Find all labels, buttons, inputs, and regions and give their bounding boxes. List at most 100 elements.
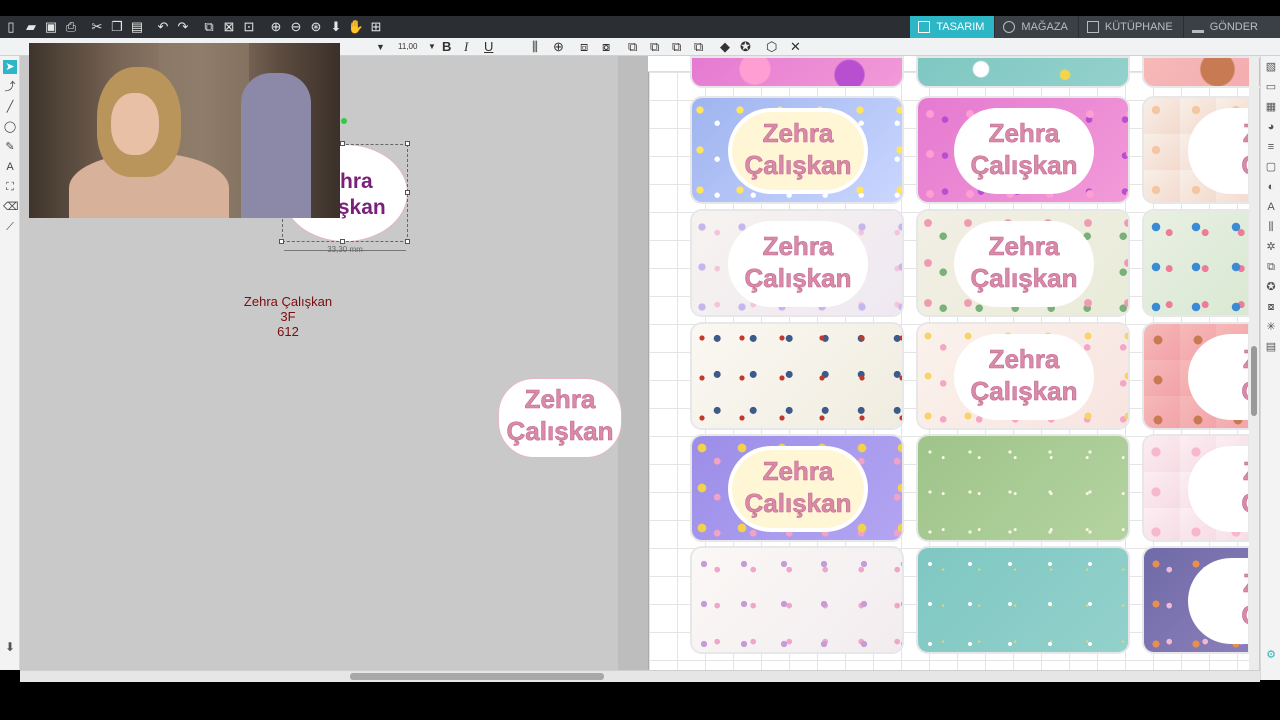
- fill-panel-icon[interactable]: ▢: [1264, 160, 1278, 174]
- star-shape-icon[interactable]: ✪: [740, 39, 751, 55]
- weld-icon[interactable]: ⧈: [580, 39, 588, 55]
- horizontal-scroll-thumb[interactable]: [350, 673, 604, 680]
- font-size-field[interactable]: 11,00: [398, 40, 428, 53]
- resize-handle[interactable]: [405, 190, 410, 195]
- vertical-scrollbar[interactable]: [1249, 56, 1259, 670]
- transparency-icon[interactable]: ◐: [1264, 180, 1278, 194]
- move-down-icon[interactable]: ⬇: [327, 18, 345, 36]
- add-page-icon[interactable]: ⊞: [367, 18, 385, 36]
- redo-icon[interactable]: ↷: [174, 18, 192, 36]
- font-size-dropdown-icon[interactable]: ▼: [428, 39, 436, 55]
- save-icon[interactable]: ▣: [42, 18, 60, 36]
- label-tile-partial[interactable]: [916, 56, 1130, 88]
- align-icon[interactable]: ⫼: [532, 39, 538, 55]
- horizontal-scrollbar[interactable]: [20, 670, 1260, 682]
- effects-icon[interactable]: ✳: [1264, 320, 1278, 334]
- pan-hand-icon[interactable]: ✋: [347, 18, 365, 36]
- bold-button[interactable]: B: [442, 39, 451, 55]
- 3d-box-icon[interactable]: ⬡: [766, 39, 777, 55]
- new-file-icon[interactable]: ▯: [2, 18, 20, 36]
- tab-store[interactable]: MAĞAZA: [995, 16, 1078, 38]
- select-all-icon[interactable]: ⊡: [240, 18, 258, 36]
- pencil-tool-icon[interactable]: ✎: [3, 140, 17, 154]
- center-icon[interactable]: ⊕: [553, 39, 564, 55]
- label-tile[interactable]: Zehra Çalışkan: [916, 96, 1130, 204]
- label-tile[interactable]: [690, 546, 904, 654]
- select-arrow-icon[interactable]: ➤: [3, 60, 17, 74]
- favorites-icon[interactable]: ✪: [1264, 280, 1278, 294]
- sticker-line2: Çalışkan: [506, 416, 614, 447]
- layers-icon[interactable]: ▤: [1264, 340, 1278, 354]
- fill-icon[interactable]: ◆: [720, 39, 730, 55]
- eraser-icon[interactable]: ⌫: [3, 200, 19, 214]
- fill-bucket-icon[interactable]: ⛶: [3, 180, 17, 194]
- resize-handle[interactable]: [340, 141, 345, 146]
- line-style-icon[interactable]: ≡: [1264, 140, 1278, 154]
- zoom-out-icon[interactable]: ⊖: [287, 18, 305, 36]
- layer-icon[interactable]: ⧉: [694, 39, 703, 55]
- arrange-front-icon[interactable]: ⧉: [650, 39, 659, 55]
- transform-icon[interactable]: ✲: [1264, 240, 1278, 254]
- tab-design[interactable]: TASARIM: [910, 16, 995, 38]
- text-object[interactable]: Zehra Çalışkan 3F 612: [170, 294, 406, 339]
- ungroup-icon[interactable]: ⊠: [220, 18, 238, 36]
- undo-icon[interactable]: ↶: [154, 18, 172, 36]
- resize-handle[interactable]: [279, 239, 284, 244]
- label-tile-partial[interactable]: [1142, 56, 1260, 88]
- label-tile[interactable]: [690, 322, 904, 430]
- copy-icon[interactable]: ❐: [108, 18, 126, 36]
- offset-icon[interactable]: ⧇: [602, 39, 610, 55]
- text-style-icon[interactable]: A: [1264, 200, 1278, 214]
- resize-handle[interactable]: [340, 239, 345, 244]
- cut-icon[interactable]: ✂: [88, 18, 106, 36]
- modify-icon[interactable]: ⧉: [1264, 260, 1278, 274]
- replicate-icon[interactable]: ⧉: [628, 39, 637, 55]
- vertical-scroll-thumb[interactable]: [1251, 346, 1257, 416]
- zoom-in-icon[interactable]: ⊕: [267, 18, 285, 36]
- print-cut-icon[interactable]: ▦: [1264, 100, 1278, 114]
- label-tile[interactable]: ZeÇa: [1142, 96, 1250, 204]
- label-tile[interactable]: Zehra Çalışkan: [916, 322, 1130, 430]
- tab-send[interactable]: GÖNDER: [1183, 16, 1280, 38]
- align-panel-icon[interactable]: ⫼: [1264, 220, 1278, 234]
- color-palette-icon[interactable]: ◕: [1264, 120, 1278, 134]
- paste-icon[interactable]: ▤: [128, 18, 146, 36]
- ellipse-tool-icon[interactable]: ◯: [3, 120, 17, 134]
- label-tile[interactable]: Zehra Çalışkan: [916, 209, 1130, 317]
- trace-icon[interactable]: ⧇: [1264, 300, 1278, 314]
- resize-handle[interactable]: [405, 239, 410, 244]
- name-sticker[interactable]: Zehra Çalışkan: [498, 378, 622, 458]
- underline-button[interactable]: U: [484, 39, 493, 55]
- label-tile[interactable]: ZeÇa: [1142, 322, 1250, 430]
- italic-button[interactable]: I: [464, 39, 468, 55]
- rotate-handle[interactable]: [341, 118, 347, 124]
- font-dropdown-icon[interactable]: ▼: [376, 39, 385, 55]
- knife-tool-icon[interactable]: ⟋: [3, 220, 17, 234]
- library-panel-icon[interactable]: ⬇: [2, 640, 18, 656]
- print-icon[interactable]: ⎙: [62, 18, 80, 36]
- zoom-fit-icon[interactable]: ⊛: [307, 18, 325, 36]
- label-tile[interactable]: Zehra Çalışkan: [690, 209, 904, 317]
- label-tile-partial[interactable]: [690, 56, 904, 88]
- group-icon[interactable]: ⧉: [200, 18, 218, 36]
- arrange-back-icon[interactable]: ⧉: [672, 39, 681, 55]
- send-panel-icon[interactable]: ▭: [1264, 80, 1278, 94]
- label-tile[interactable]: [916, 546, 1130, 654]
- label-tile[interactable]: [916, 434, 1130, 542]
- label-pattern: [692, 548, 902, 652]
- label-tile[interactable]: ZeÇa: [1142, 546, 1250, 654]
- text-tool-icon[interactable]: A: [3, 160, 17, 174]
- line-tool-icon[interactable]: ╱: [3, 100, 17, 114]
- edit-points-icon[interactable]: ⤴: [3, 80, 17, 94]
- label-tile[interactable]: Zehra Çalışkan: [690, 96, 904, 204]
- page-setup-icon[interactable]: ▧: [1264, 60, 1278, 74]
- name-cloud: Zehra Çalışkan: [732, 450, 864, 528]
- label-tile[interactable]: Zehra Çalışkan: [690, 434, 904, 542]
- label-tile[interactable]: [1142, 209, 1250, 317]
- close-icon[interactable]: ✕: [790, 39, 801, 55]
- status-icon[interactable]: ⚙: [1264, 648, 1278, 662]
- resize-handle[interactable]: [405, 141, 410, 146]
- tab-library[interactable]: KÜTÜPHANE: [1078, 16, 1183, 38]
- open-folder-icon[interactable]: ▰: [22, 18, 40, 36]
- label-tile[interactable]: ZeÇa: [1142, 434, 1250, 542]
